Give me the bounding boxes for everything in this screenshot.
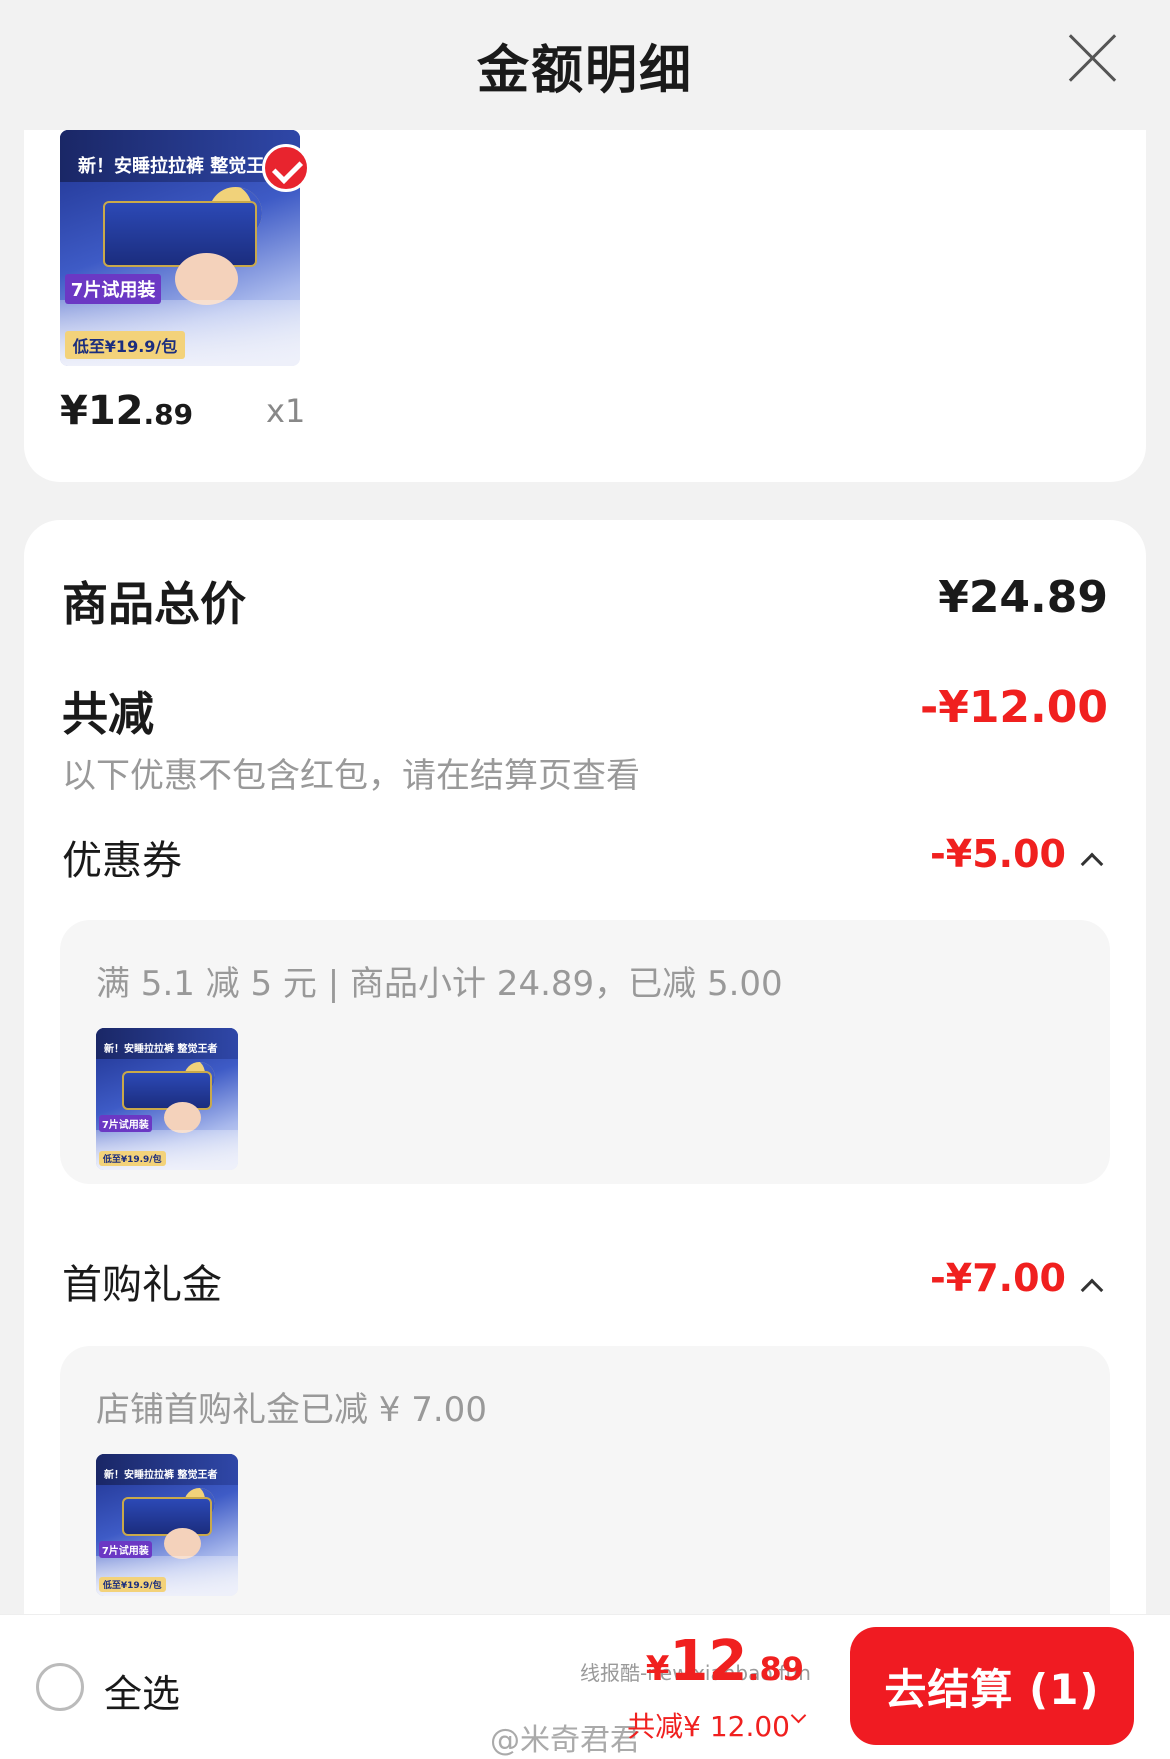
checkout-button[interactable]: 去结算 (1) bbox=[850, 1627, 1134, 1745]
first-purchase-detail: 店铺首购礼金已减 ¥ 7.00 新！安睡拉拉裤 整觉王者 7片试用装 低至¥19… bbox=[60, 1346, 1110, 1646]
coupon-product-image: 新！安睡拉拉裤 整觉王者 7片试用装 低至¥19.9/包 bbox=[96, 1028, 238, 1170]
bottom-bar: 全选 线报酷-new.xianbao.fun ¥12.89 @米奇君君 共减¥ … bbox=[0, 1614, 1170, 1759]
baby-graphic bbox=[164, 1527, 202, 1560]
item-price-main: ¥12 bbox=[60, 388, 144, 434]
discount-note: 以下优惠不包含红包，请在结算页查看 bbox=[62, 756, 640, 796]
package-graphic bbox=[103, 200, 257, 267]
chevron-down-icon[interactable] bbox=[790, 1707, 807, 1724]
product-image-tag: 7片试用装 bbox=[98, 1114, 152, 1132]
coupon-amount[interactable]: -¥5.00 bbox=[930, 832, 1066, 876]
coupon-detail: 满 5.1 减 5 元 | 商品小计 24.89，已减 5.00 新！安睡拉拉裤… bbox=[60, 920, 1110, 1184]
product-image-banner: 新！安睡拉拉裤 整觉王者 bbox=[96, 1028, 238, 1060]
select-all-label[interactable]: 全选 bbox=[104, 1663, 180, 1718]
chevron-up-icon[interactable] bbox=[1080, 1278, 1104, 1302]
product-image-banner: 新！安睡拉拉裤 整觉王者 bbox=[96, 1454, 238, 1486]
bottom-total-dec: .89 bbox=[747, 1650, 804, 1688]
product-image-tag: 7片试用装 bbox=[98, 1540, 152, 1558]
check-circle-icon[interactable] bbox=[262, 144, 310, 192]
baby-graphic bbox=[164, 1101, 202, 1134]
item-quantity: x1 bbox=[266, 392, 306, 430]
product-image-price: 低至¥19.9/包 bbox=[98, 1150, 166, 1166]
watermark-user: @米奇君君 bbox=[490, 1723, 640, 1758]
total-discount-label: 共减 bbox=[62, 687, 154, 741]
radio-icon[interactable] bbox=[36, 1663, 84, 1711]
first-purchase-detail-text: 店铺首购礼金已减 ¥ 7.00 bbox=[96, 1390, 487, 1430]
close-icon[interactable] bbox=[1064, 30, 1120, 86]
product-image-price: 低至¥19.9/包 bbox=[98, 1576, 166, 1592]
product-image-tag: 7片试用装 bbox=[64, 273, 162, 304]
page-title: 金额明细 bbox=[476, 40, 693, 101]
item-price: ¥12.89 bbox=[60, 388, 193, 434]
package-graphic bbox=[121, 1496, 213, 1537]
first-purchase-section-title: 首购礼金 bbox=[62, 1262, 222, 1308]
bottom-total-int: 12 bbox=[669, 1629, 748, 1694]
total-price-value: ¥24.89 bbox=[938, 572, 1108, 623]
bottom-discount-toggle[interactable]: 共减¥ 12.00 bbox=[627, 1705, 790, 1745]
total-discount-value: -¥12.00 bbox=[919, 682, 1108, 733]
total-price-label: 商品总价 bbox=[62, 577, 246, 631]
item-price-decimal: .89 bbox=[143, 398, 194, 431]
package-graphic bbox=[121, 1070, 213, 1111]
coupon-detail-text: 满 5.1 减 5 元 | 商品小计 24.89，已减 5.00 bbox=[96, 964, 783, 1004]
baby-graphic bbox=[175, 252, 238, 305]
first-purchase-amount[interactable]: -¥7.00 bbox=[930, 1256, 1066, 1300]
product-image-price: 低至¥19.9/包 bbox=[64, 330, 186, 359]
first-purchase-product-image: 新！安睡拉拉裤 整觉王者 7片试用装 低至¥19.9/包 bbox=[96, 1454, 238, 1596]
chevron-up-icon[interactable] bbox=[1080, 852, 1104, 876]
coupon-section-title: 优惠券 bbox=[62, 838, 182, 884]
bottom-total-price: ¥12.89 bbox=[646, 1629, 804, 1694]
product-card: 新！安睡拉拉裤 整觉王者 7片试用装 低至¥19.9/包 ¥12.89 x1 bbox=[24, 130, 1146, 482]
amount-details-card: 商品总价 ¥24.89 共减 -¥12.00 以下优惠不包含红包，请在结算页查看… bbox=[24, 520, 1146, 1759]
header: 金额明细 bbox=[0, 0, 1170, 130]
bottom-total-currency: ¥ bbox=[645, 1649, 670, 1689]
